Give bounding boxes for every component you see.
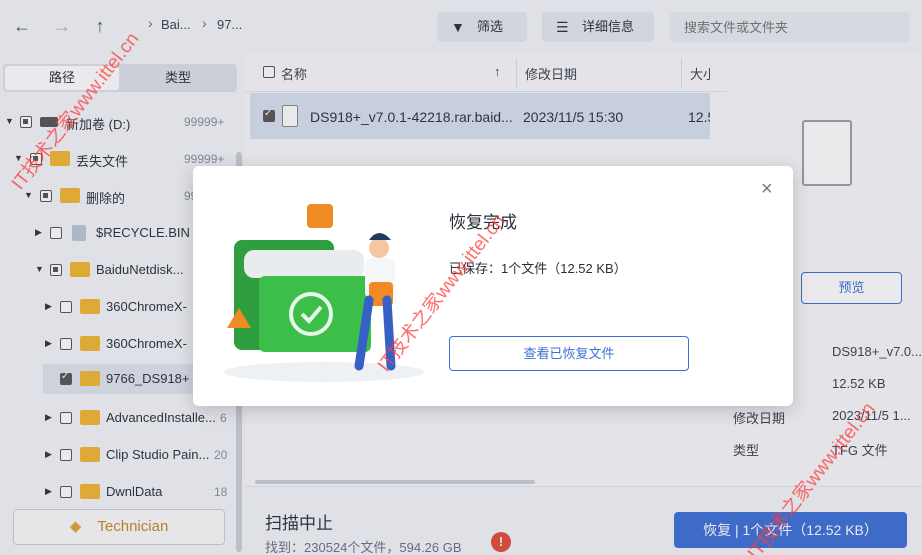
close-icon[interactable]: × <box>761 178 773 201</box>
view-recovered-button[interactable]: 查看已恢复文件 <box>449 336 689 371</box>
recovery-illustration <box>224 204 424 382</box>
paper-shape <box>244 250 364 278</box>
dialog-saved-info: 已保存：1个文件（12.52 KB） <box>449 261 627 276</box>
person-legs <box>354 295 396 371</box>
person-head <box>369 238 389 258</box>
person-hair <box>369 233 391 240</box>
recovery-complete-dialog: × 恢复完成 已保存：1个文件（12.52 KB） 查看已恢复文件 <box>193 166 793 406</box>
dialog-title: 恢复完成 <box>449 213 517 232</box>
document-badge-icon <box>307 204 333 228</box>
